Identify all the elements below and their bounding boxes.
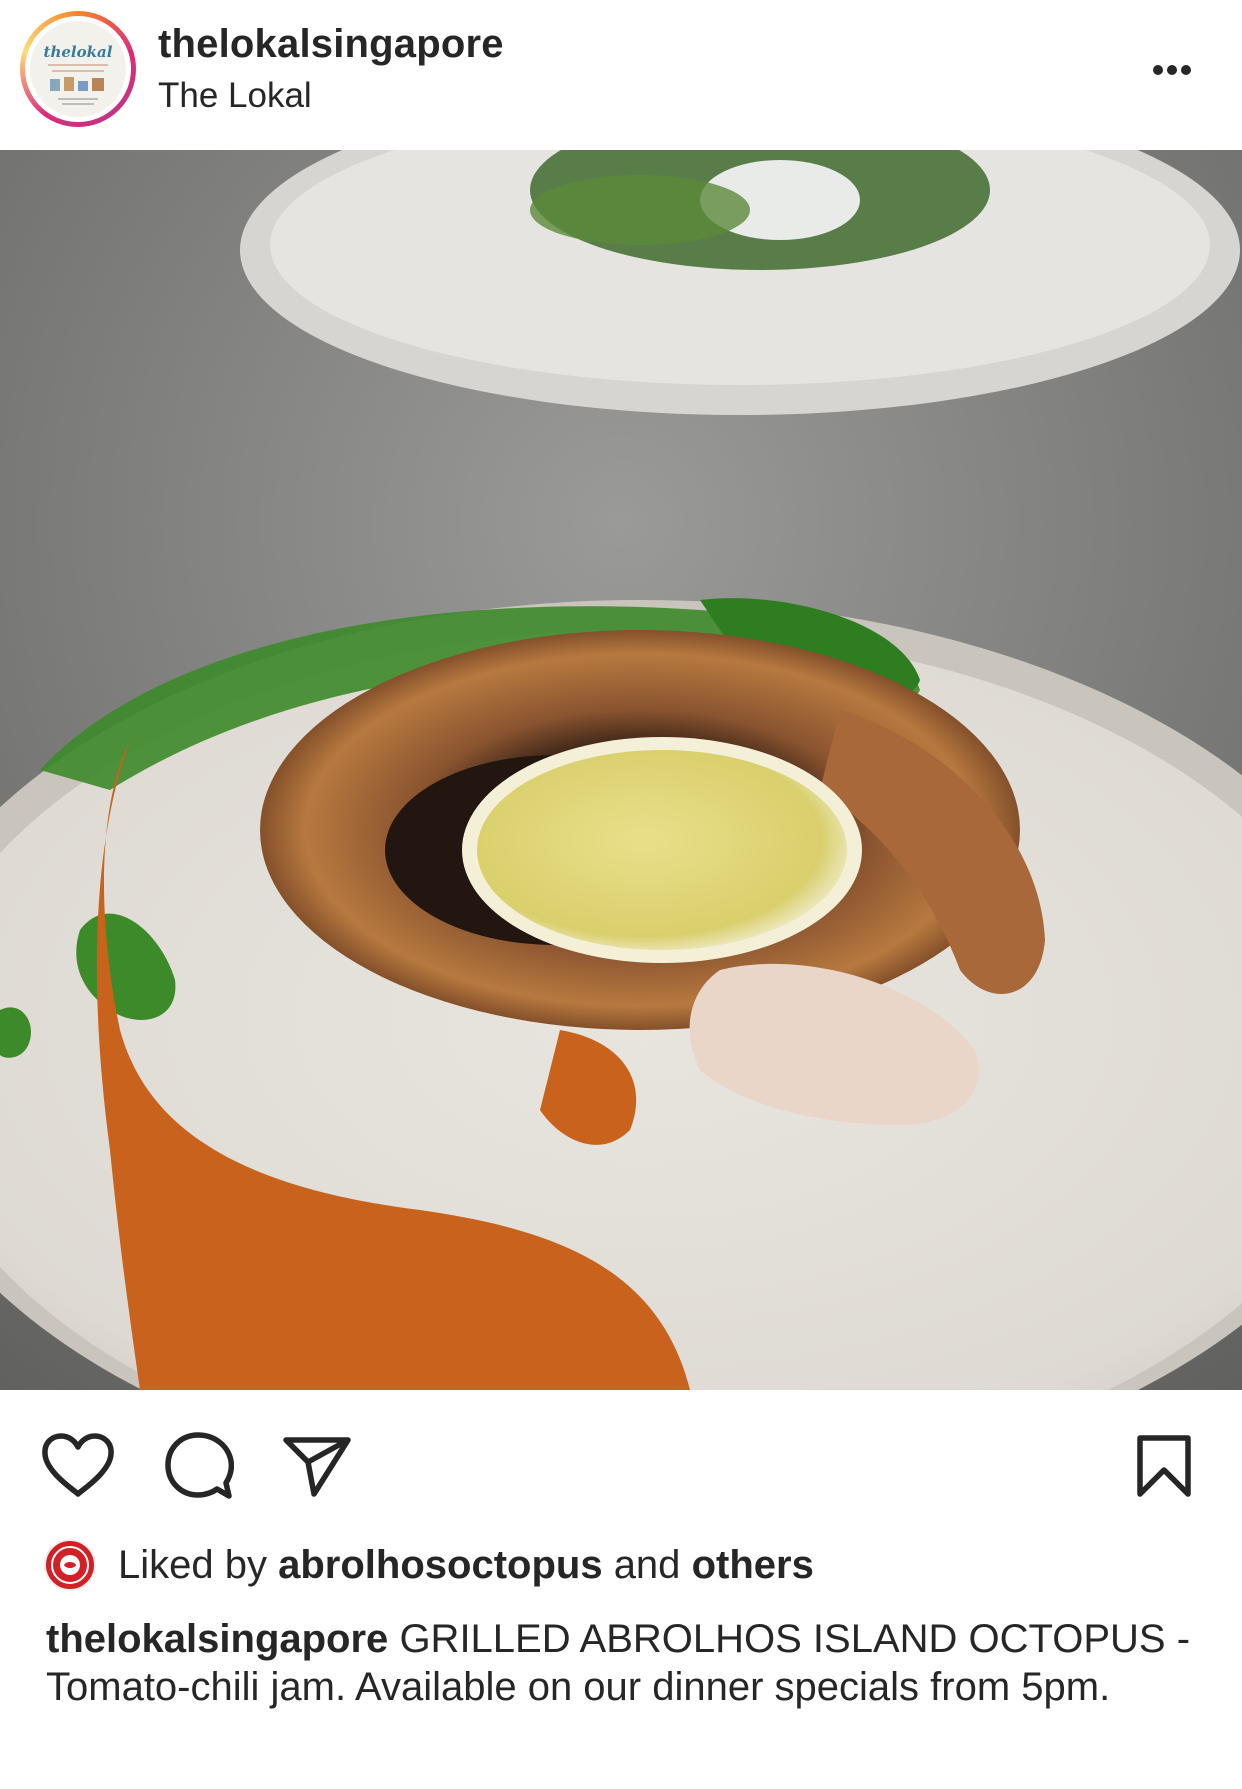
like-button[interactable] [40, 1432, 116, 1500]
caption-username[interactable]: thelokalsingapore [46, 1617, 388, 1661]
comment-icon [165, 1432, 235, 1499]
liker-avatar[interactable] [44, 1539, 96, 1591]
likes-others-link[interactable]: others [692, 1543, 814, 1587]
post-caption: thelokalsingapore GRILLED ABROLHOS ISLAN… [46, 1615, 1196, 1711]
more-options-button[interactable] [1140, 50, 1204, 90]
post-username[interactable]: thelokalsingapore [158, 22, 504, 67]
likes-row[interactable]: Liked by abrolhosoctopus and others [44, 1535, 1204, 1595]
avatar-image: thelokal [30, 21, 126, 117]
profile-avatar[interactable]: thelokal [20, 11, 136, 127]
comment-button[interactable] [164, 1431, 235, 1501]
food-photo-image [0, 150, 1242, 1390]
action-bar [0, 1400, 1242, 1520]
abrolhos-logo-icon [51, 1546, 89, 1584]
heart-icon [42, 1433, 114, 1497]
send-icon [283, 1437, 351, 1497]
post-header: thelokal thelokalsingapore The Lokal [0, 0, 1242, 150]
likes-connector: and [613, 1543, 681, 1587]
save-button[interactable] [1136, 1434, 1192, 1498]
likes-prefix: Liked by [118, 1543, 267, 1587]
bookmark-icon [1137, 1435, 1191, 1497]
post-location[interactable]: The Lokal [158, 76, 312, 116]
likes-summary: Liked by abrolhosoctopus and others [118, 1543, 814, 1588]
more-dots-icon [1153, 65, 1191, 75]
liker-username[interactable]: abrolhosoctopus [278, 1543, 602, 1587]
share-button[interactable] [282, 1434, 352, 1498]
post-photo[interactable] [0, 150, 1242, 1390]
